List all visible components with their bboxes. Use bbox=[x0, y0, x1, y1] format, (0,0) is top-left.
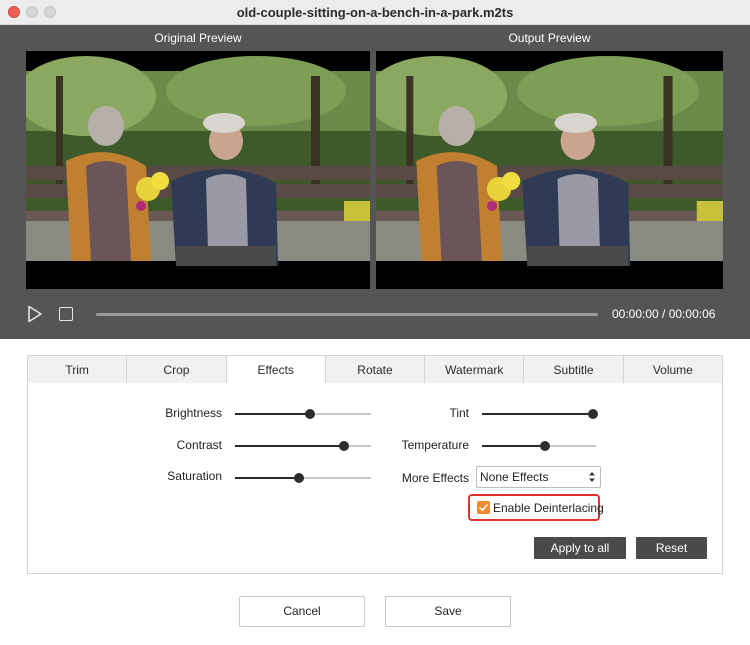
preview-area: Original Preview Output Preview 00:00:00… bbox=[0, 25, 750, 339]
play-icon[interactable] bbox=[27, 305, 43, 323]
tint-slider[interactable] bbox=[482, 408, 598, 420]
brightness-slider[interactable] bbox=[235, 408, 371, 420]
save-button[interactable]: Save bbox=[385, 596, 511, 627]
saturation-slider[interactable] bbox=[235, 472, 371, 484]
select-arrows-icon bbox=[589, 472, 595, 482]
more-effects-select[interactable]: None Effects bbox=[476, 466, 601, 488]
editor-tabs: Trim Crop Effects Rotate Watermark Subti… bbox=[27, 355, 723, 384]
more-effects-value: None Effects bbox=[480, 470, 549, 484]
tab-trim[interactable]: Trim bbox=[27, 355, 128, 384]
temperature-slider[interactable] bbox=[482, 440, 596, 452]
contrast-slider[interactable] bbox=[235, 440, 371, 452]
original-video-image bbox=[26, 51, 370, 289]
saturation-label: Saturation bbox=[167, 469, 222, 483]
output-preview-label: Output Preview bbox=[508, 31, 591, 45]
deinterlace-checkbox[interactable] bbox=[477, 501, 490, 514]
contrast-label: Contrast bbox=[176, 438, 222, 452]
deinterlace-label: Enable Deinterlacing bbox=[493, 501, 604, 515]
original-preview-label: Original Preview bbox=[154, 31, 242, 45]
playback-time: 00:00:00 / 00:00:06 bbox=[612, 307, 716, 321]
contrast-slider-knob[interactable] bbox=[338, 441, 349, 451]
temperature-slider-knob[interactable] bbox=[539, 441, 550, 451]
temperature-label: Temperature bbox=[401, 438, 469, 452]
tint-slider-knob[interactable] bbox=[588, 409, 598, 419]
cancel-button[interactable]: Cancel bbox=[239, 596, 365, 627]
saturation-slider-knob[interactable] bbox=[293, 473, 304, 483]
title-bar: old-couple-sitting-on-a-bench-in-a-park.… bbox=[0, 0, 750, 25]
tint-label: Tint bbox=[449, 406, 469, 420]
stop-icon[interactable] bbox=[59, 307, 73, 321]
tab-crop[interactable]: Crop bbox=[127, 355, 227, 384]
brightness-label: Brightness bbox=[165, 406, 222, 420]
tab-effects[interactable]: Effects bbox=[226, 355, 326, 384]
output-video-image bbox=[376, 51, 723, 289]
tab-rotate[interactable]: Rotate bbox=[325, 355, 426, 384]
playback-timeline[interactable] bbox=[96, 313, 598, 316]
tab-watermark[interactable]: Watermark bbox=[425, 355, 525, 384]
tab-subtitle[interactable]: Subtitle bbox=[524, 355, 624, 384]
window-title: old-couple-sitting-on-a-bench-in-a-park.… bbox=[236, 5, 514, 20]
tab-volume[interactable]: Volume bbox=[623, 355, 723, 384]
original-preview-frame bbox=[26, 51, 370, 289]
apply-to-all-button[interactable]: Apply to all bbox=[534, 537, 626, 559]
more-effects-label: More Effects bbox=[401, 471, 469, 485]
brightness-slider-knob[interactable] bbox=[304, 409, 315, 419]
reset-button[interactable]: Reset bbox=[636, 537, 707, 559]
output-preview-frame bbox=[376, 51, 723, 289]
checkmark-icon bbox=[479, 504, 488, 511]
